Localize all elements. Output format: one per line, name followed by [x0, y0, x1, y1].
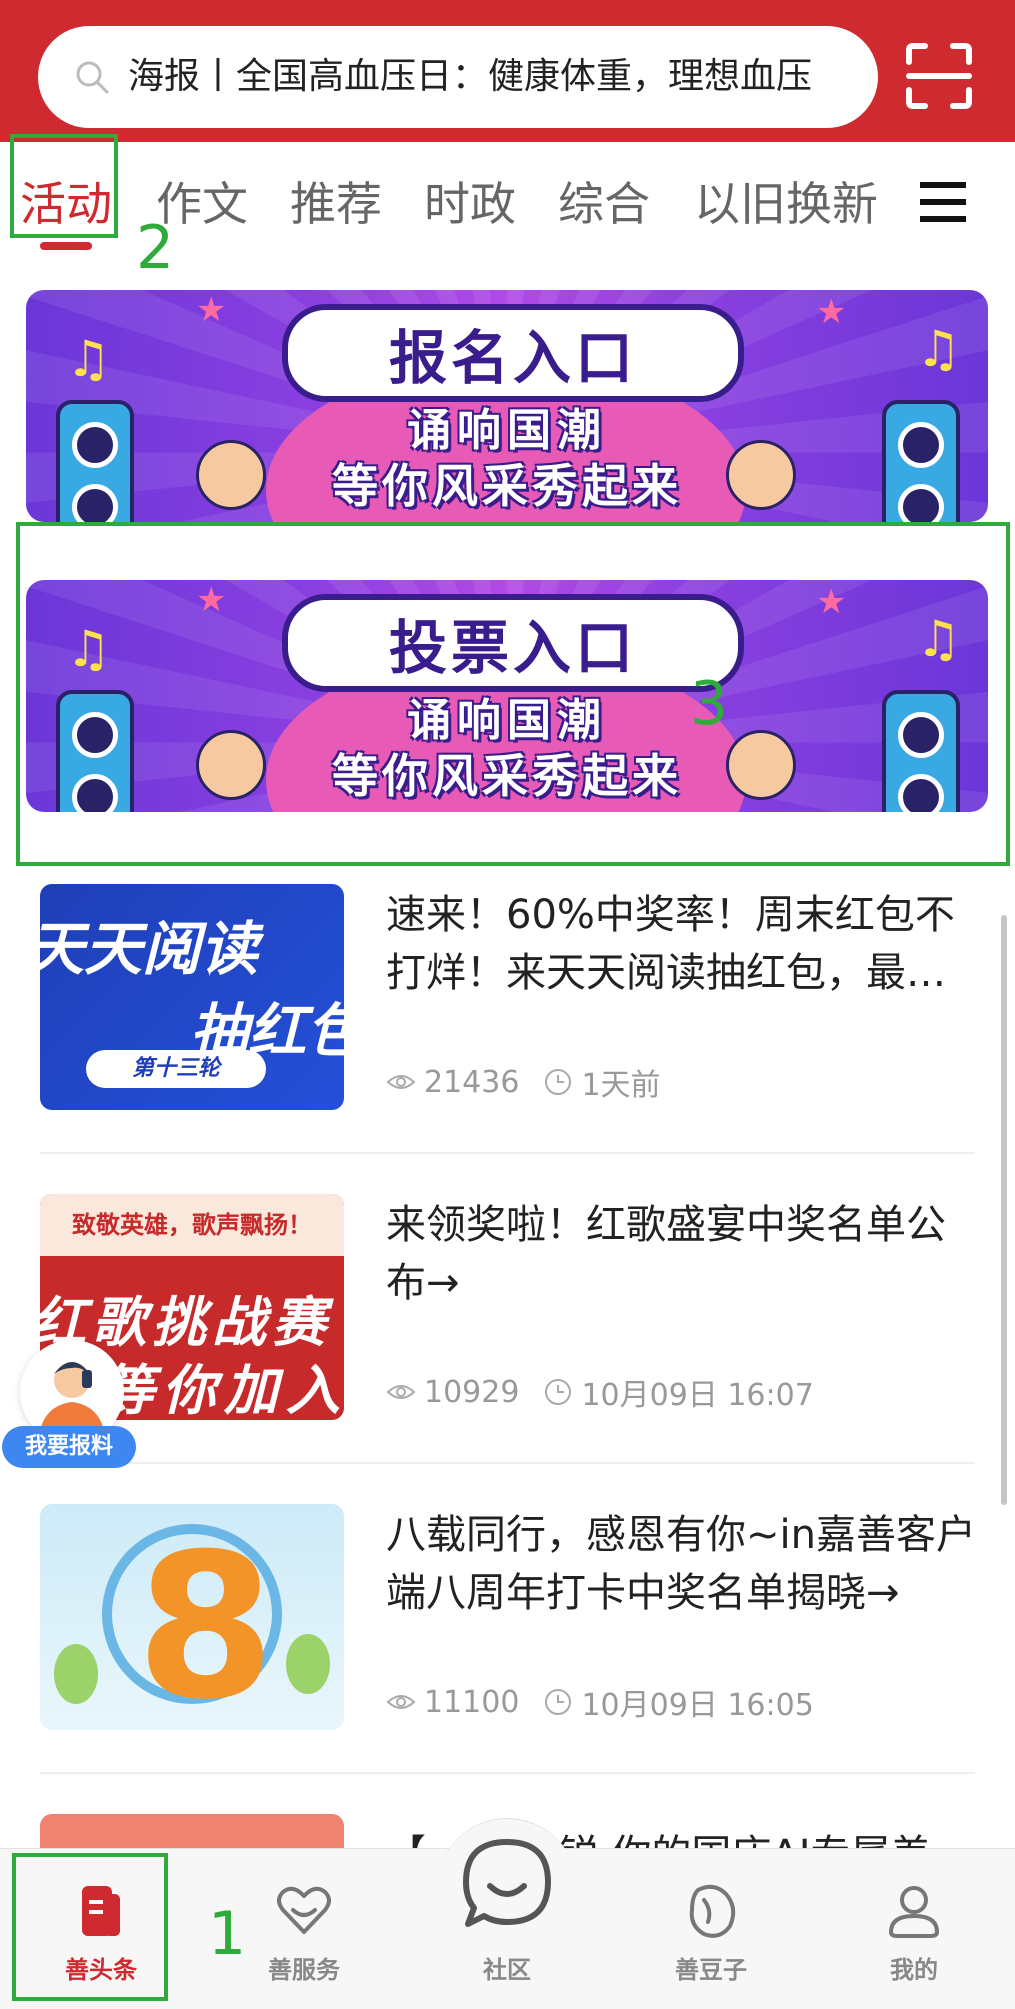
- star-icon: ★: [196, 290, 227, 330]
- tab-trade-in[interactable]: 以旧换新: [694, 172, 878, 236]
- article-meta: 11100 10月09日 16:05: [386, 1680, 814, 1724]
- thumb-text: 天天阅读: [40, 915, 259, 983]
- publish-time: 10月09日 16:07: [581, 1378, 814, 1413]
- clock-icon: [545, 1689, 572, 1715]
- clock-icon: [545, 1379, 572, 1405]
- banner-title: 投票入口: [282, 594, 744, 692]
- search-bar[interactable]: 海报丨全国高血压日：健康体重，理想血压: [38, 26, 878, 128]
- nav-label: 善服务: [268, 1956, 340, 1984]
- tab-activity[interactable]: 活动: [20, 172, 112, 236]
- music-note-icon: ♫: [66, 330, 111, 388]
- article-title: 八载同行，感恩有你~in嘉善客户端八周年打卡中奖名单揭晓→: [386, 1512, 976, 1616]
- thumb-text: 等你加入: [100, 1359, 344, 1420]
- tab-recommend[interactable]: 推荐: [290, 172, 382, 236]
- publish-time: 10月09日 16:05: [581, 1688, 814, 1723]
- scrollbar[interactable]: [1001, 915, 1007, 1505]
- tab-politics[interactable]: 时政: [424, 172, 516, 236]
- nav-shantoutiao[interactable]: 善头条: [26, 1880, 176, 1985]
- tree-shape: [54, 1644, 98, 1704]
- thumb-number: 8: [136, 1511, 276, 1730]
- article-thumbnail: 8: [40, 1504, 344, 1730]
- tab-general[interactable]: 综合: [558, 172, 650, 236]
- nav-label: 善豆子: [675, 1956, 747, 1984]
- clock-icon: [545, 1069, 572, 1095]
- nav-label: 我的: [890, 1956, 938, 1984]
- nav-wode[interactable]: 我的: [839, 1880, 989, 1985]
- nav-label: 善头条: [65, 1956, 137, 1984]
- article-thumbnail: 天天阅读 抽红包 第十三轮: [40, 884, 344, 1110]
- nav-shandouzi[interactable]: 善豆子: [636, 1880, 786, 1985]
- view-count: 21436: [424, 1064, 520, 1100]
- bean-icon: [689, 1884, 736, 1938]
- heart-icon: [277, 1886, 331, 1934]
- star-icon: ★: [816, 292, 847, 332]
- divider: [40, 1152, 975, 1154]
- nav-community-label[interactable]: 社区: [432, 1950, 582, 1985]
- article-item[interactable]: 致敬英雄，歌声飘扬！ 红歌挑战赛 等你加入 来领奖啦！红歌盛宴中奖名单公布→ 1…: [40, 1194, 975, 1494]
- active-tab-indicator: [40, 242, 92, 250]
- scan-icon[interactable]: [905, 42, 973, 110]
- music-note-icon: ♫: [916, 610, 961, 668]
- divider: [40, 1772, 975, 1774]
- banner-vote[interactable]: ♫ ♫ ★ ★ 投票入口 诵响国潮 等你风采秀起来: [26, 580, 988, 812]
- news-icon: [82, 1886, 120, 1936]
- thumb-badge: 第十三轮: [86, 1050, 266, 1088]
- banner-slogan-1: 诵响国潮: [407, 405, 607, 456]
- eye-icon: [386, 1075, 416, 1089]
- thumb-text: 致敬英雄，歌声飘扬！: [40, 1194, 344, 1256]
- music-note-icon: ♫: [916, 320, 961, 378]
- article-item[interactable]: 8 八载同行，感恩有你~in嘉善客户端八周年打卡中奖名单揭晓→ 11100 10…: [40, 1504, 976, 1804]
- view-count: 10929: [424, 1374, 520, 1410]
- divider: [40, 1462, 975, 1464]
- search-icon: [76, 61, 109, 94]
- banner-slogan-2: 等你风采秀起来: [332, 749, 682, 803]
- banner-signup[interactable]: ♫ ♫ ★ ★ 报名入口 诵响国潮 等你风采秀起来: [26, 290, 988, 522]
- view-count: 11100: [424, 1684, 520, 1720]
- article-title: 来领奖啦！红歌盛宴中奖名单公布→: [386, 1202, 946, 1306]
- top-header: 海报丨全国高血压日：健康体重，理想血压: [0, 0, 1015, 142]
- search-placeholder: 海报丨全国高血压日：健康体重，理想血压: [128, 56, 813, 97]
- publish-time: 1天前: [581, 1068, 661, 1103]
- article-item[interactable]: 天天阅读 抽红包 第十三轮 速来！60%中奖率！周末红包不打烊！来天天阅读抽红包…: [40, 884, 975, 1184]
- article-title: 速来！60%中奖率！周末红包不打烊！来天天阅读抽红包，最…: [386, 892, 955, 996]
- star-icon: ★: [196, 580, 227, 620]
- article-meta: 21436 1天前: [386, 1060, 661, 1104]
- report-button[interactable]: 我要报料: [2, 1426, 136, 1468]
- menu-icon[interactable]: [920, 180, 966, 224]
- user-icon: [888, 1886, 940, 1938]
- star-icon: ★: [816, 582, 847, 622]
- nav-shanfuwu[interactable]: 善服务: [229, 1880, 379, 1985]
- tab-composition[interactable]: 作文: [156, 172, 248, 236]
- article-meta: 10929 10月09日 16:07: [386, 1370, 814, 1414]
- eye-icon: [386, 1385, 416, 1399]
- chat-bubble-icon[interactable]: [458, 1836, 556, 1934]
- banner-slogan-1: 诵响国潮: [407, 695, 607, 746]
- eye-icon: [386, 1695, 416, 1709]
- tree-shape: [286, 1634, 330, 1694]
- banner-slogan-2: 等你风采秀起来: [332, 459, 682, 513]
- music-note-icon: ♫: [66, 620, 111, 678]
- banner-title: 报名入口: [282, 304, 744, 402]
